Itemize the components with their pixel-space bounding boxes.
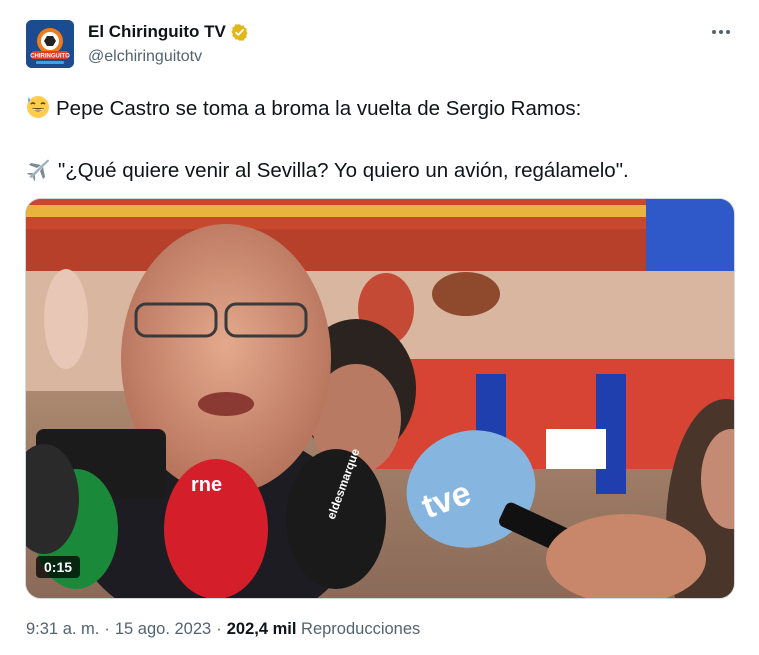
tweet-text-line-1: Pepe Castro se toma a broma la vuelta de… (26, 95, 581, 122)
tweet-text-2: "¿Qué quiere venir al Sevilla? Yo quiero… (58, 159, 629, 182)
rne-mic-label: rne (191, 474, 222, 496)
video-player[interactable]: rne eldesmarque tve (25, 198, 735, 599)
airplane-emoji-icon (27, 159, 49, 181)
verified-badge-icon[interactable] (230, 23, 249, 42)
meta-separator: · (216, 620, 222, 638)
avatar-logo-text: CHIRINGUITO (30, 54, 70, 60)
tweet-text-line-2: "¿Qué quiere venir al Sevilla? Yo quiero… (26, 157, 629, 184)
views-label: Reproducciones (301, 620, 421, 638)
author-handle[interactable]: @elchiringuitotv (88, 48, 202, 66)
video-thumbnail: rne eldesmarque tve (26, 199, 734, 598)
video-duration-badge: 0:15 (36, 556, 81, 578)
chiringuito-logo-icon: CHIRINGUITO (26, 20, 74, 68)
author-name-row: El Chiringuito TV (88, 22, 249, 42)
tweet-time[interactable]: 9:31 a. m. (26, 620, 99, 638)
sweat-smile-emoji-icon (27, 96, 49, 118)
avatar[interactable]: CHIRINGUITO (26, 20, 74, 68)
more-options-button[interactable] (708, 22, 734, 42)
tweet-text-1: Pepe Castro se toma a broma la vuelta de… (56, 97, 582, 120)
views-count: 202,4 mil (226, 620, 297, 638)
author-display-name[interactable]: El Chiringuito TV (88, 22, 226, 42)
tweet-card: CHIRINGUITO El Chiringuito TV @elchiring… (0, 0, 759, 655)
meta-separator: · (104, 620, 110, 638)
more-horizontal-icon (712, 30, 716, 34)
tweet-date[interactable]: 15 ago. 2023 (115, 620, 211, 638)
tweet-metadata: 9:31 a. m. · 15 ago. 2023 · 202,4 mil Reprod… (26, 620, 420, 639)
